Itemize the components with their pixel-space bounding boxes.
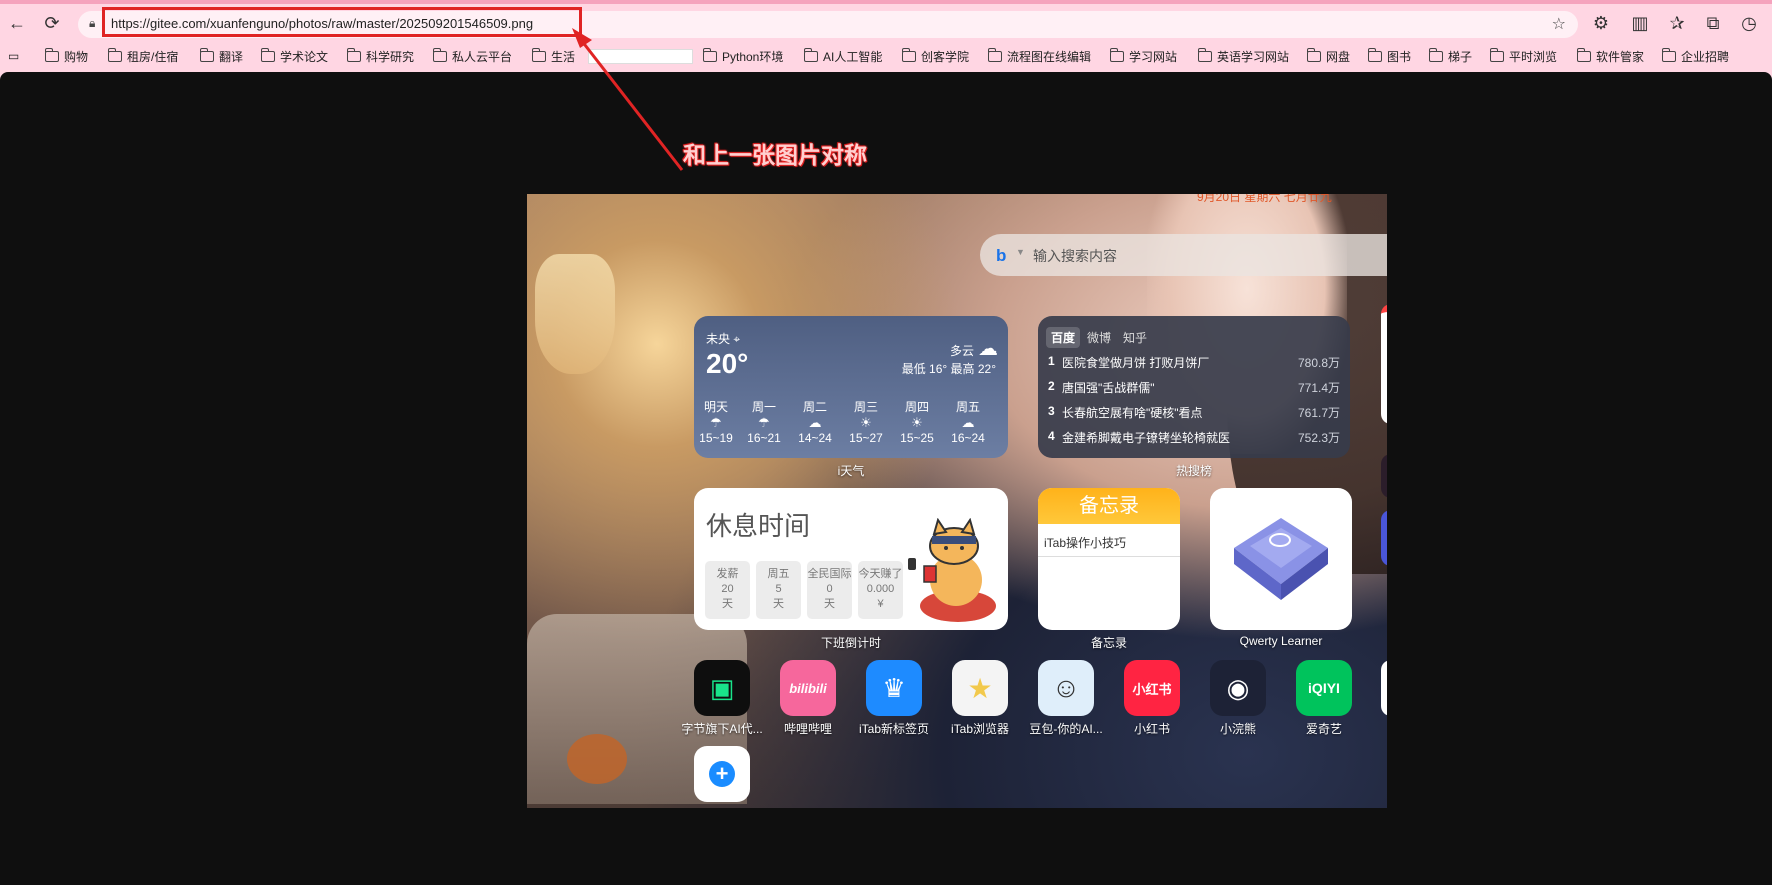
tab-baidu[interactable]: 百度 (1046, 327, 1081, 348)
keycap-icon (1234, 518, 1328, 600)
tab-weibo[interactable]: 微博 (1082, 327, 1116, 348)
cutoff-widget[interactable] (1381, 510, 1387, 566)
countdown-title: 休息时间 (706, 511, 811, 541)
cat-illustration (908, 518, 996, 622)
cloud-icon: ☁ (808, 415, 822, 430)
add-app-button[interactable]: + (694, 746, 750, 802)
app-label: iTab浏览器 (950, 722, 1009, 736)
app-label: 爱奇艺 (1305, 722, 1342, 736)
tab-zhihu[interactable]: 知乎 (1118, 327, 1152, 348)
annotation-text: 和上一张图片对称 (683, 142, 867, 168)
app-icon-bilibili[interactable]: bilibili (780, 660, 836, 716)
app-icon-itab-newtab[interactable]: ♛ (866, 660, 922, 716)
memo-widget[interactable]: 备忘录 iTab操作小技巧 (1038, 488, 1180, 630)
cloud-icon: ☁ (978, 338, 998, 360)
hot-search-widget[interactable]: 百度 微博 知乎 1 医院食堂做月饼 打败月饼厂 780.8万 2 唐国强"舌战群儒"… (1038, 316, 1350, 458)
app-label: 豆包-你的AI... (1029, 722, 1103, 736)
sun-icon: ☀ (860, 415, 872, 430)
app-icon-doubao[interactable]: ☺ (1038, 660, 1094, 716)
weather-caption: i天气 (837, 464, 865, 478)
app-icon-bytedance-ai[interactable]: ▣ (694, 660, 750, 716)
memo-caption: 备忘录 (1090, 636, 1127, 650)
app-icon-iqiyi[interactable]: iQIYI (1296, 660, 1352, 716)
qwerty-caption: Qwerty Learner (1239, 634, 1323, 648)
weather-widget[interactable]: 未央 ⌖ 20° 多云 ☁ 最低 16° 最高 22° 明天 ☂ 15~19 周一 ☂… (694, 316, 1008, 458)
weather-range: 最低 16° 最高 22° (901, 362, 996, 376)
countdown-caption: 下班倒计时 (820, 636, 881, 650)
search-placeholder[interactable]: 输入搜索内容 (1033, 246, 1117, 266)
countdown-box: 今天赚了 0.000 ¥ (858, 561, 903, 619)
plus-icon: + (709, 761, 735, 787)
itab-screenshot: 9月20日 星期六 七月廿九 b ▼ 输入搜索内容 未央 ⌖ 20° 多云 ☁ … (527, 194, 1387, 808)
countdown-box: 全民国际 0 天 (807, 561, 852, 619)
cutoff-widget[interactable] (1381, 304, 1387, 424)
search-box[interactable]: b ▼ 输入搜索内容 (980, 234, 1387, 276)
hot-item[interactable]: 4 金建希脚戴电子镣铐坐轮椅就医 752.3万 (1048, 429, 1340, 445)
weather-location: 未央 ⌖ (706, 332, 741, 346)
memo-divider (1038, 556, 1180, 557)
countdown-box: 周五 5 天 (756, 561, 801, 619)
hot-item[interactable]: 2 唐国强"舌战群儒" 771.4万 (1048, 379, 1340, 395)
cutoff-widget[interactable] (1381, 454, 1387, 498)
qwerty-learner-widget[interactable] (1210, 488, 1352, 630)
sun-icon: ☀ (911, 415, 923, 430)
memo-note[interactable]: iTab操作小技巧 (1044, 534, 1126, 551)
cutoff-widget[interactable] (1381, 660, 1387, 716)
cloud-icon: ☁ (961, 415, 975, 430)
forecast-day: 周三 ☀ 15~27 (846, 398, 886, 445)
weather-condition: 多云 (949, 344, 974, 358)
pumpkin (567, 734, 627, 784)
weather-temperature: 20° (706, 348, 749, 379)
hot-caption: 热搜榜 (1175, 464, 1212, 478)
date-text: 9月20日 星期六 七月廿九 (1197, 194, 1332, 204)
app-icon-raccoon[interactable]: ◉ (1210, 660, 1266, 716)
hot-item[interactable]: 3 长春航空展有啥"硬核"看点 761.7万 (1048, 404, 1340, 420)
rain-icon: ☂ (710, 415, 722, 430)
rain-icon: ☂ (758, 415, 770, 430)
countdown-box: 发薪 20 天 (705, 561, 750, 619)
countdown-widget[interactable]: 休息时间 发薪 20 天 周五 5 天 全民国际 0 天 今天赚了 0.000 ¥ (694, 488, 1008, 630)
app-label: 哔哩哔哩 (783, 722, 832, 736)
forecast-day: 周二 ☁ 14~24 (795, 398, 835, 445)
app-icon-itab-browser[interactable]: ★ (952, 660, 1008, 716)
forecast-day: 周四 ☀ 15~25 (897, 398, 937, 445)
bing-icon[interactable]: b (996, 246, 1006, 266)
app-label: 小红书 (1133, 722, 1170, 736)
app-icon-xiaohongshu[interactable]: 小红书 (1124, 660, 1180, 716)
app-label: 小浣熊 (1219, 722, 1256, 736)
app-label: 字节旗下AI代... (681, 722, 763, 736)
forecast-day: 周一 ☂ 16~21 (744, 398, 784, 445)
memo-header: 备忘录 (1038, 488, 1180, 524)
lamp-light (535, 254, 615, 374)
app-label: iTab新标签页 (858, 722, 929, 736)
chevron-down-icon[interactable]: ▼ (1016, 247, 1025, 257)
forecast-day: 周五 ☁ 16~24 (948, 398, 988, 445)
hot-item[interactable]: 1 医院食堂做月饼 打败月饼厂 780.8万 (1048, 354, 1340, 370)
forecast-day: 明天 ☂ 15~19 (696, 398, 736, 445)
